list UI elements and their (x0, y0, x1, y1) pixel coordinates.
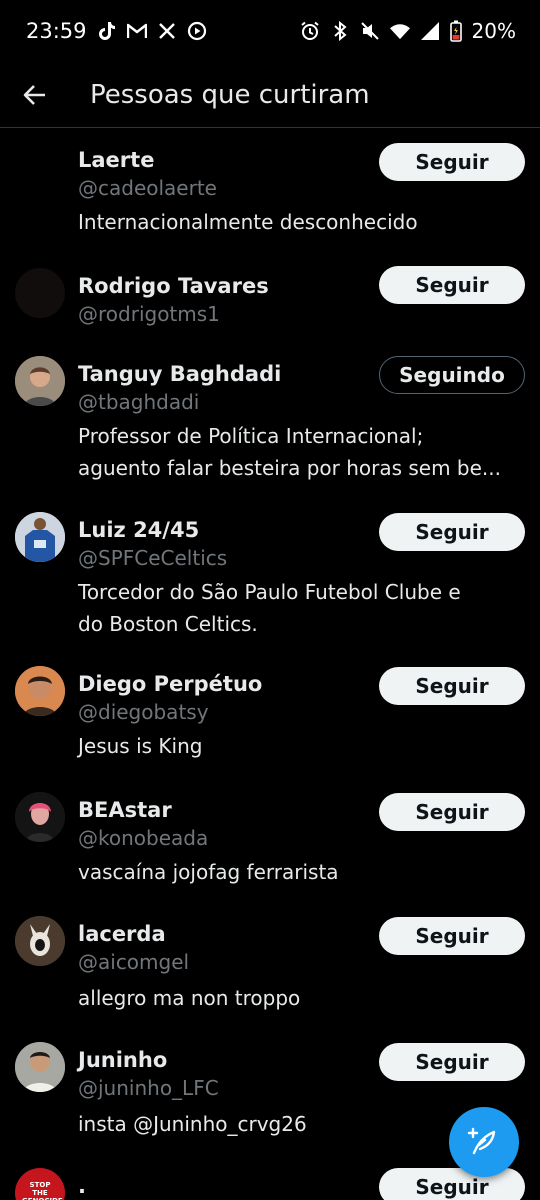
user-name[interactable]: . (78, 1174, 86, 1198)
avatar[interactable] (15, 268, 65, 318)
user-handle[interactable]: @rodrigotms1 (78, 302, 220, 326)
user-bio-line: Torcedor do São Paulo Futebol Clube e (78, 580, 461, 604)
wifi-icon (389, 21, 410, 41)
user-name[interactable]: Luiz 24/45 (78, 518, 199, 542)
following-button[interactable]: Seguindo (379, 356, 525, 394)
gmail-icon (126, 21, 147, 41)
follow-button[interactable]: Seguir (379, 793, 525, 831)
user-bio: Jesus is King (78, 734, 203, 758)
user-name[interactable]: Rodrigo Tavares (78, 274, 269, 298)
user-row[interactable]: Tanguy Baghdadi @tbaghdadi Professor de … (0, 354, 540, 504)
page-title: Pessoas que curtiram (90, 79, 370, 110)
user-name[interactable]: BEAstar (78, 798, 172, 822)
user-row[interactable]: Rodrigo Tavares @rodrigotms1 Seguir (0, 254, 540, 344)
user-row[interactable]: STOP THE GENOCIDE . Seguir (0, 1164, 540, 1200)
user-name[interactable]: Tanguy Baghdadi (78, 362, 281, 386)
user-row[interactable]: Laerte @cadeolaerte Internacionalmente d… (0, 128, 540, 250)
user-row[interactable]: Diego Perpétuo @diegobatsy Jesus is King… (0, 662, 540, 784)
follow-button[interactable]: Seguir (379, 667, 525, 705)
app-header: Pessoas que curtiram (0, 62, 540, 128)
bluetooth-icon (330, 21, 350, 41)
follow-button[interactable]: Seguir (379, 266, 525, 304)
avatar[interactable] (15, 792, 65, 842)
status-left: 23:59 (26, 19, 207, 43)
follow-button[interactable]: Seguir (379, 1168, 525, 1200)
user-handle[interactable]: @aicomgel (78, 950, 189, 974)
x-icon (157, 21, 177, 41)
user-bio: Professor de Política Internacional; agu… (78, 420, 528, 484)
arrow-left-icon (23, 84, 45, 105)
avatar[interactable] (15, 666, 65, 716)
user-bio: Torcedor do São Paulo Futebol Clube e do… (78, 576, 528, 640)
signal-icon (420, 21, 440, 41)
avatar[interactable] (15, 1042, 65, 1092)
compose-button[interactable] (449, 1107, 519, 1177)
alarm-icon (300, 21, 320, 41)
user-bio: Internacionalmente desconhecido (78, 210, 418, 234)
user-handle[interactable]: @juninho_LFC (78, 1076, 219, 1100)
user-handle[interactable]: @tbaghdadi (78, 390, 199, 414)
user-bio-line: do Boston Celtics. (78, 612, 258, 636)
user-handle[interactable]: @konobeada (78, 826, 208, 850)
user-name[interactable]: Juninho (78, 1048, 167, 1072)
status-time: 23:59 (26, 19, 87, 43)
user-handle[interactable]: @SPFCeCeltics (78, 546, 227, 570)
user-handle[interactable]: @diegobatsy (78, 700, 209, 724)
follow-button[interactable]: Seguir (379, 513, 525, 551)
avatar[interactable] (15, 146, 65, 196)
user-row[interactable]: Luiz 24/45 @SPFCeCeltics Torcedor do São… (0, 508, 540, 658)
avatar[interactable] (15, 356, 65, 406)
mute-icon (360, 21, 380, 41)
user-bio-line: Professor de Política Internacional; (78, 424, 424, 448)
user-name[interactable]: lacerda (78, 922, 166, 946)
user-bio: allegro ma non troppo (78, 986, 301, 1010)
back-button[interactable] (0, 62, 70, 128)
user-name[interactable]: Diego Perpétuo (78, 672, 262, 696)
user-name[interactable]: Laerte (78, 148, 154, 172)
follow-button[interactable]: Seguir (379, 1043, 525, 1081)
tiktok-icon (97, 21, 117, 41)
user-row[interactable]: BEAstar @konobeada vascaína jojofag ferr… (0, 788, 540, 910)
user-bio: vascaína jojofag ferrarista (78, 860, 339, 884)
user-handle[interactable]: @cadeolaerte (78, 176, 217, 200)
compose-icon (467, 1127, 496, 1155)
battery-icon (449, 20, 462, 42)
user-bio-line: aguento falar besteira por horas sem be.… (78, 456, 502, 480)
avatar[interactable] (15, 916, 65, 966)
battery-percent: 20% (471, 19, 516, 43)
avatar-text: STOP THE GENOCIDE (22, 1181, 63, 1200)
avatar[interactable]: STOP THE GENOCIDE (15, 1168, 65, 1200)
status-bar: 23:59 20% (0, 0, 540, 62)
follow-button[interactable]: Seguir (379, 917, 525, 955)
status-right: 20% (300, 19, 516, 43)
follow-button[interactable]: Seguir (379, 143, 525, 181)
avatar[interactable] (15, 512, 65, 562)
user-row[interactable]: lacerda @aicomgel allegro ma non troppo … (0, 912, 540, 1036)
media-icon (187, 21, 207, 41)
